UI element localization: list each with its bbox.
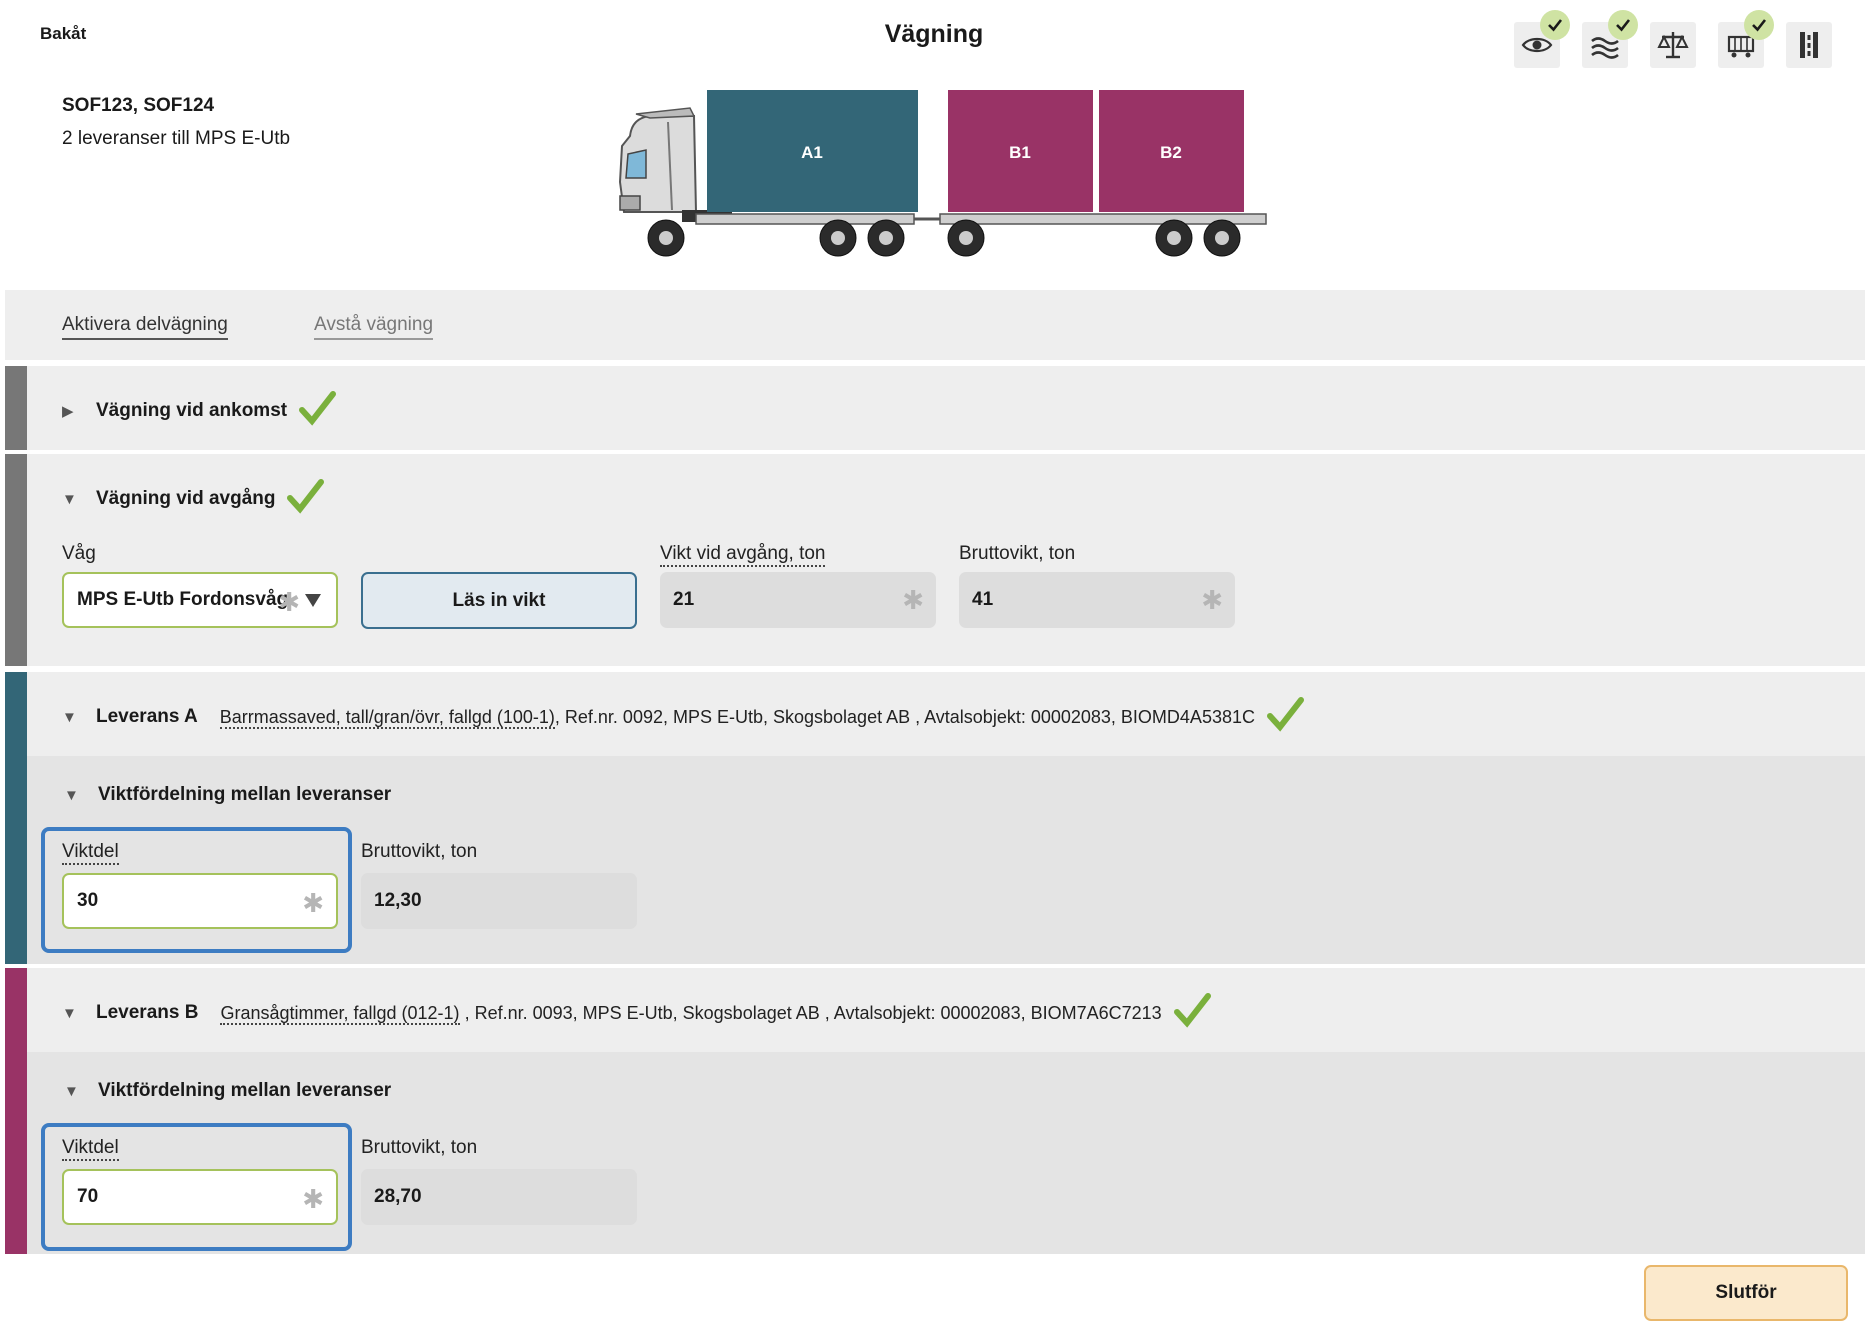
truck-diagram: A1 B1 B2	[618, 90, 1267, 257]
truck-cab	[618, 107, 698, 213]
activate-partial-weighing-link[interactable]: Aktivera delvägning	[62, 314, 228, 340]
dropdown-caret-icon	[304, 592, 322, 614]
completed-check-icon	[275, 476, 325, 522]
gross-weight-field: 41 ✱	[959, 572, 1235, 628]
delivery-a-distribution-title: Viktfördelning mellan leveranser	[98, 784, 392, 805]
required-asterisk-icon: ✱	[278, 587, 300, 617]
vehicle-ids: SOF123, SOF124	[62, 95, 215, 116]
departure-weight-label: Vikt vid avgång, ton	[660, 543, 826, 567]
delivery-b-share-label: Viktdel	[62, 1137, 119, 1161]
road-icon	[1800, 32, 1818, 58]
delivery-a-gross-value: 12,30	[374, 890, 422, 911]
delivery-b-title: Leverans B	[96, 1002, 199, 1023]
delivery-a-title: Leverans A	[96, 706, 198, 727]
required-asterisk-icon: ✱	[302, 1184, 324, 1214]
done-check-icon	[1744, 10, 1774, 40]
completed-check-icon	[1162, 990, 1212, 1036]
arrival-weighing-section: ▶ Vägning vid ankomst	[5, 366, 1865, 450]
delivery-a-gross-field: 12,30	[361, 873, 637, 929]
weighing-status-button[interactable]	[1650, 22, 1696, 68]
departure-weight-field: 21 ✱	[660, 572, 936, 628]
section-stripe	[5, 366, 27, 450]
read-weight-button[interactable]: Läs in vikt	[361, 572, 637, 629]
delivery-a-share-value: 30	[77, 890, 99, 911]
delivery-b-distribution-header[interactable]: ▼ Viktfördelning mellan leveranser	[64, 1080, 391, 1102]
delivery-b-share-value: 70	[77, 1186, 99, 1207]
section-stripe	[5, 454, 27, 666]
departure-weighing-header[interactable]: ▼ Vägning vid avgång	[62, 476, 325, 522]
delivery-b-details: Gransågtimmer, fallgd (012-1) , Ref.nr. …	[220, 1002, 1162, 1025]
completed-check-icon	[1255, 694, 1305, 740]
required-asterisk-icon: ✱	[302, 888, 324, 918]
scale-select[interactable]: MPS E-Utb Fordonsvåg ✱	[62, 572, 338, 628]
delivery-a-share-label: Viktdel	[62, 841, 119, 865]
delivery-a-gross-label: Bruttovikt, ton	[361, 841, 478, 862]
skip-weighing-link[interactable]: Avstå vägning	[314, 314, 434, 340]
action-bar: Aktivera delvägning Avstå vägning	[5, 290, 1865, 360]
compartment-b1-label: B1	[1009, 143, 1031, 162]
scale-select-value: MPS E-Utb Fordonsvåg	[77, 589, 289, 610]
collapse-triangle-icon: ▼	[62, 708, 77, 726]
arrival-weighing-header[interactable]: ▶ Vägning vid ankomst	[62, 388, 337, 434]
collapse-triangle-icon: ▼	[62, 1004, 77, 1022]
status-icon-bar	[1514, 10, 1832, 68]
delivery-b-gross-value: 28,70	[374, 1186, 422, 1207]
departure-weighing-section: ▼ Vägning vid avgång	[5, 454, 1865, 666]
departure-weight-value: 21	[673, 589, 695, 610]
delivery-b-distribution-title: Viktfördelning mellan leveranser	[98, 1080, 392, 1101]
delivery-a-header[interactable]: ▼ Leverans A Barrmassaved, tall/gran/övr…	[62, 694, 1305, 740]
compartment-a1-label: A1	[801, 143, 823, 162]
load-status-button[interactable]	[1718, 10, 1774, 68]
arrival-weighing-title: Vägning vid ankomst	[96, 400, 288, 421]
compartment-b2-label: B2	[1160, 143, 1182, 162]
done-check-icon	[1540, 10, 1570, 40]
road-status-button[interactable]	[1786, 22, 1832, 68]
delivery-b-gross-label: Bruttovikt, ton	[361, 1137, 478, 1158]
collapse-triangle-icon: ▼	[64, 786, 79, 804]
delivery-a-share-input[interactable]: 30 ✱	[62, 873, 338, 929]
delivery-a-distribution-header[interactable]: ▼ Viktfördelning mellan leveranser	[64, 784, 391, 806]
delivery-b-gross-field: 28,70	[361, 1169, 637, 1225]
expand-triangle-icon: ▶	[62, 403, 74, 420]
delivery-b-product[interactable]: Gransågtimmer, fallgd (012-1)	[220, 1002, 460, 1025]
departure-weighing-title: Vägning vid avgång	[96, 488, 276, 509]
gross-weight-value: 41	[972, 589, 994, 610]
delivery-a-stripe	[5, 672, 27, 964]
gross-weight-label: Bruttovikt, ton	[959, 543, 1076, 564]
scale-icon	[1657, 32, 1689, 59]
scale-label: Våg	[62, 543, 96, 564]
delivery-b-header[interactable]: ▼ Leverans B Gransågtimmer, fallgd (012-…	[62, 990, 1212, 1036]
delivery-b-share-input[interactable]: 70 ✱	[62, 1169, 338, 1225]
delivery-a-details: Barrmassaved, tall/gran/övr, fallgd (100…	[219, 706, 1255, 729]
moisture-status-button[interactable]	[1582, 10, 1638, 68]
delivery-a-info: , Ref.nr. 0092, MPS E-Utb, Skogsbolaget …	[554, 706, 1255, 727]
vehicle-description: 2 leveranser till MPS E-Utb	[62, 128, 291, 149]
collapse-triangle-icon: ▼	[62, 490, 77, 508]
completed-check-icon	[287, 388, 337, 434]
eye-status-button[interactable]	[1514, 10, 1570, 68]
done-check-icon	[1608, 10, 1638, 40]
finish-button[interactable]: Slutför	[1644, 1265, 1848, 1321]
delivery-b-stripe	[5, 968, 27, 1254]
delivery-b-info: , Ref.nr. 0093, MPS E-Utb, Skogsbolaget …	[459, 1002, 1162, 1023]
delivery-a-product[interactable]: Barrmassaved, tall/gran/övr, fallgd (100…	[219, 706, 555, 729]
required-asterisk-icon: ✱	[902, 585, 924, 615]
required-asterisk-icon: ✱	[1201, 585, 1223, 615]
wheels	[647, 219, 1241, 257]
collapse-triangle-icon: ▼	[64, 1082, 79, 1100]
